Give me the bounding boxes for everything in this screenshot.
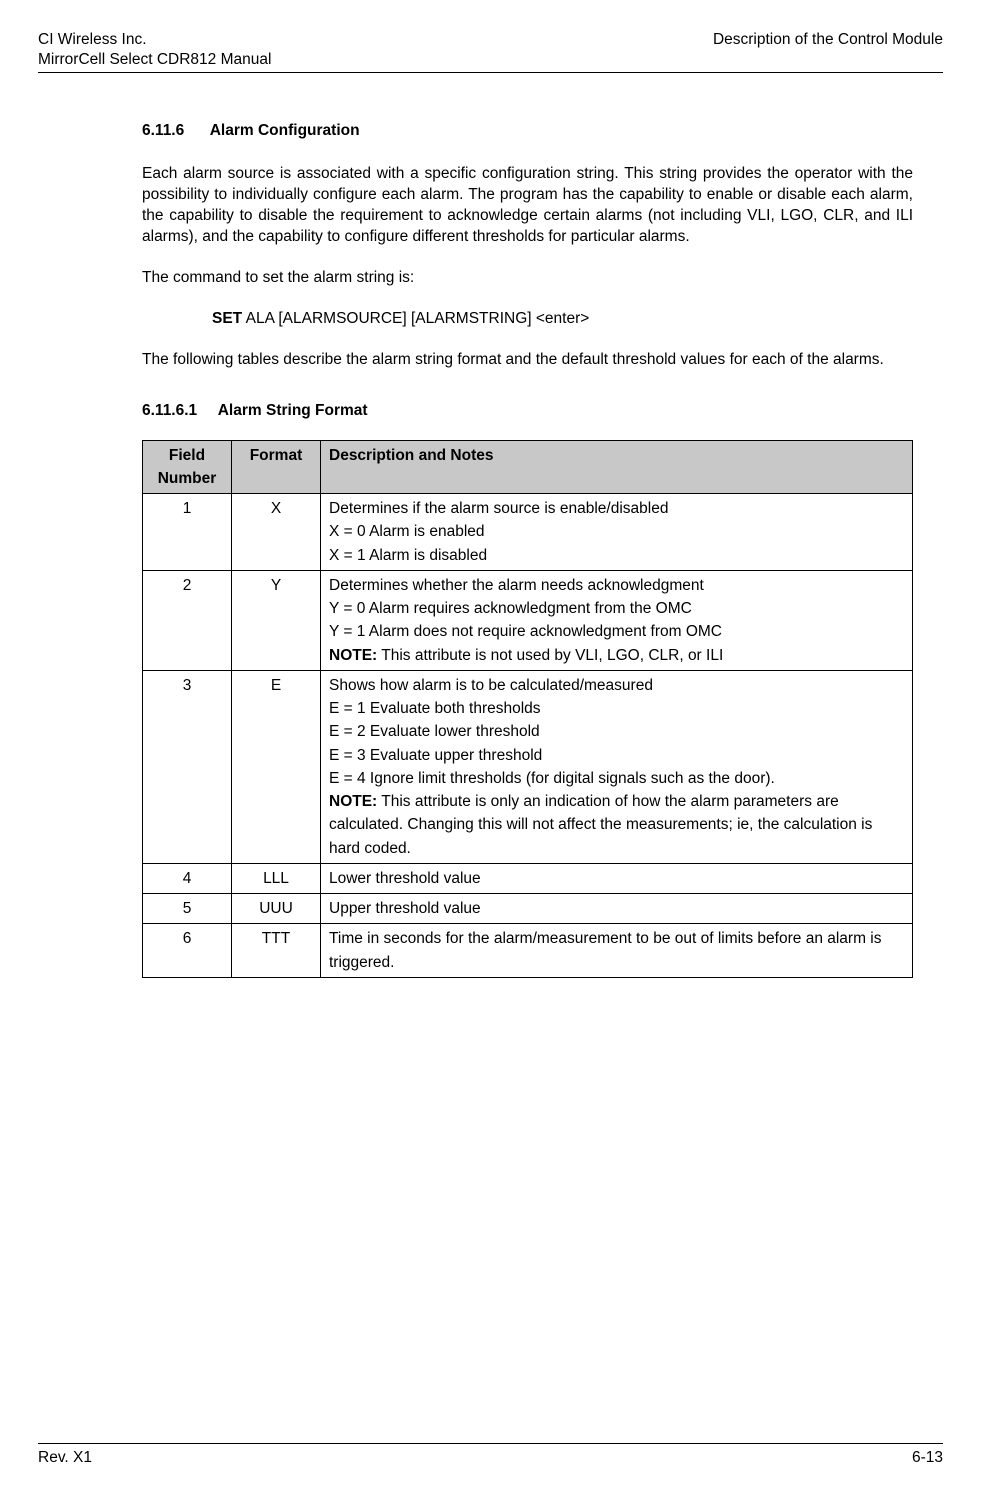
table-row: 3E Shows how alarm is to be calculated/me… <box>143 670 913 863</box>
table-row: 5UUU Upper threshold value <box>143 894 913 924</box>
company-name: CI Wireless Inc. <box>38 30 271 50</box>
col-header-description: Description and Notes <box>321 440 913 494</box>
description-line: X = 0 Alarm is enabled <box>329 520 904 543</box>
description-line: Determines if the alarm source is enable… <box>329 497 904 520</box>
description-line: Determines whether the alarm needs ackno… <box>329 574 904 597</box>
cell-field-number: 2 <box>143 570 232 670</box>
cell-format: X <box>232 494 321 571</box>
description-line: NOTE: This attribute is not used by VLI,… <box>329 644 904 667</box>
cell-field-number: 4 <box>143 863 232 893</box>
section-number: 6.11.6 <box>142 121 206 142</box>
paragraph-command-intro: The command to set the alarm string is: <box>142 268 913 289</box>
description-line: Shows how alarm is to be calculated/meas… <box>329 674 904 697</box>
description-line: E = 2 Evaluate lower threshold <box>329 720 904 743</box>
description-line: X = 1 Alarm is disabled <box>329 544 904 567</box>
description-line: E = 1 Evaluate both thresholds <box>329 697 904 720</box>
cell-field-number: 6 <box>143 924 232 978</box>
footer-rev: Rev. X1 <box>38 1448 92 1469</box>
description-line: E = 3 Evaluate upper threshold <box>329 744 904 767</box>
cell-description: Shows how alarm is to be calculated/meas… <box>321 670 913 863</box>
note-label: NOTE: <box>329 647 377 664</box>
cell-field-number: 3 <box>143 670 232 863</box>
header-left: CI Wireless Inc. MirrorCell Select CDR81… <box>38 30 271 70</box>
description-line: NOTE: This attribute is only an indicati… <box>329 790 904 860</box>
table-row: 2Y Determines whether the alarm needs ack… <box>143 570 913 670</box>
cell-description: Determines whether the alarm needs ackno… <box>321 570 913 670</box>
description-line: E = 4 Ignore limit thresholds (for digit… <box>329 767 904 790</box>
footer-page: 6-13 <box>912 1448 943 1469</box>
section-title: Alarm Configuration <box>210 122 360 139</box>
col-header-format: Format <box>232 440 321 494</box>
description-line: Upper threshold value <box>329 897 904 920</box>
alarm-string-format-table: Field Number Format Description and Note… <box>142 440 913 978</box>
command-keyword: SET <box>212 310 242 327</box>
paragraph-intro: Each alarm source is associated with a s… <box>142 164 913 248</box>
page-header: CI Wireless Inc. MirrorCell Select CDR81… <box>38 30 943 73</box>
subsection-heading: 6.11.6.1 Alarm String Format <box>142 401 913 422</box>
note-label: NOTE: <box>329 793 377 810</box>
subsection-title: Alarm String Format <box>218 402 368 419</box>
command-args: ALA [ALARMSOURCE] [ALARMSTRING] <enter> <box>242 310 589 327</box>
table-row: 6TTTTime in seconds for the alarm/measur… <box>143 924 913 978</box>
section-heading: 6.11.6 Alarm Configuration <box>142 121 913 142</box>
paragraph-tables-intro: The following tables describe the alarm … <box>142 350 913 371</box>
table-row: 1X Determines if the alarm source is enab… <box>143 494 913 571</box>
table-header-row: Field Number Format Description and Note… <box>143 440 913 494</box>
description-line: Y = 1 Alarm does not require acknowledgm… <box>329 620 904 643</box>
header-right: Description of the Control Module <box>713 30 943 70</box>
module-title: Description of the Control Module <box>713 30 943 50</box>
page-footer: Rev. X1 6-13 <box>38 1443 943 1469</box>
cell-format: Y <box>232 570 321 670</box>
page-content: 6.11.6 Alarm Configuration Each alarm so… <box>142 121 913 1423</box>
cell-description: Determines if the alarm source is enable… <box>321 494 913 571</box>
cell-format: UUU <box>232 894 321 924</box>
cell-field-number: 5 <box>143 894 232 924</box>
cell-description: Upper threshold value <box>321 894 913 924</box>
cell-description: Lower threshold value <box>321 863 913 893</box>
subsection-number: 6.11.6.1 <box>142 401 214 422</box>
manual-name: MirrorCell Select CDR812 Manual <box>38 50 271 70</box>
command-line: SET ALA [ALARMSOURCE] [ALARMSTRING] <ent… <box>212 309 913 330</box>
description-line: Lower threshold value <box>329 867 904 890</box>
cell-description: Time in seconds for the alarm/measuremen… <box>321 924 913 978</box>
cell-format: TTT <box>232 924 321 978</box>
table-row: 4LLL Lower threshold value <box>143 863 913 893</box>
col-header-field-number: Field Number <box>143 440 232 494</box>
description-line: Time in seconds for the alarm/measuremen… <box>329 927 904 974</box>
cell-format: E <box>232 670 321 863</box>
description-line: Y = 0 Alarm requires acknowledgment from… <box>329 597 904 620</box>
cell-format: LLL <box>232 863 321 893</box>
cell-field-number: 1 <box>143 494 232 571</box>
